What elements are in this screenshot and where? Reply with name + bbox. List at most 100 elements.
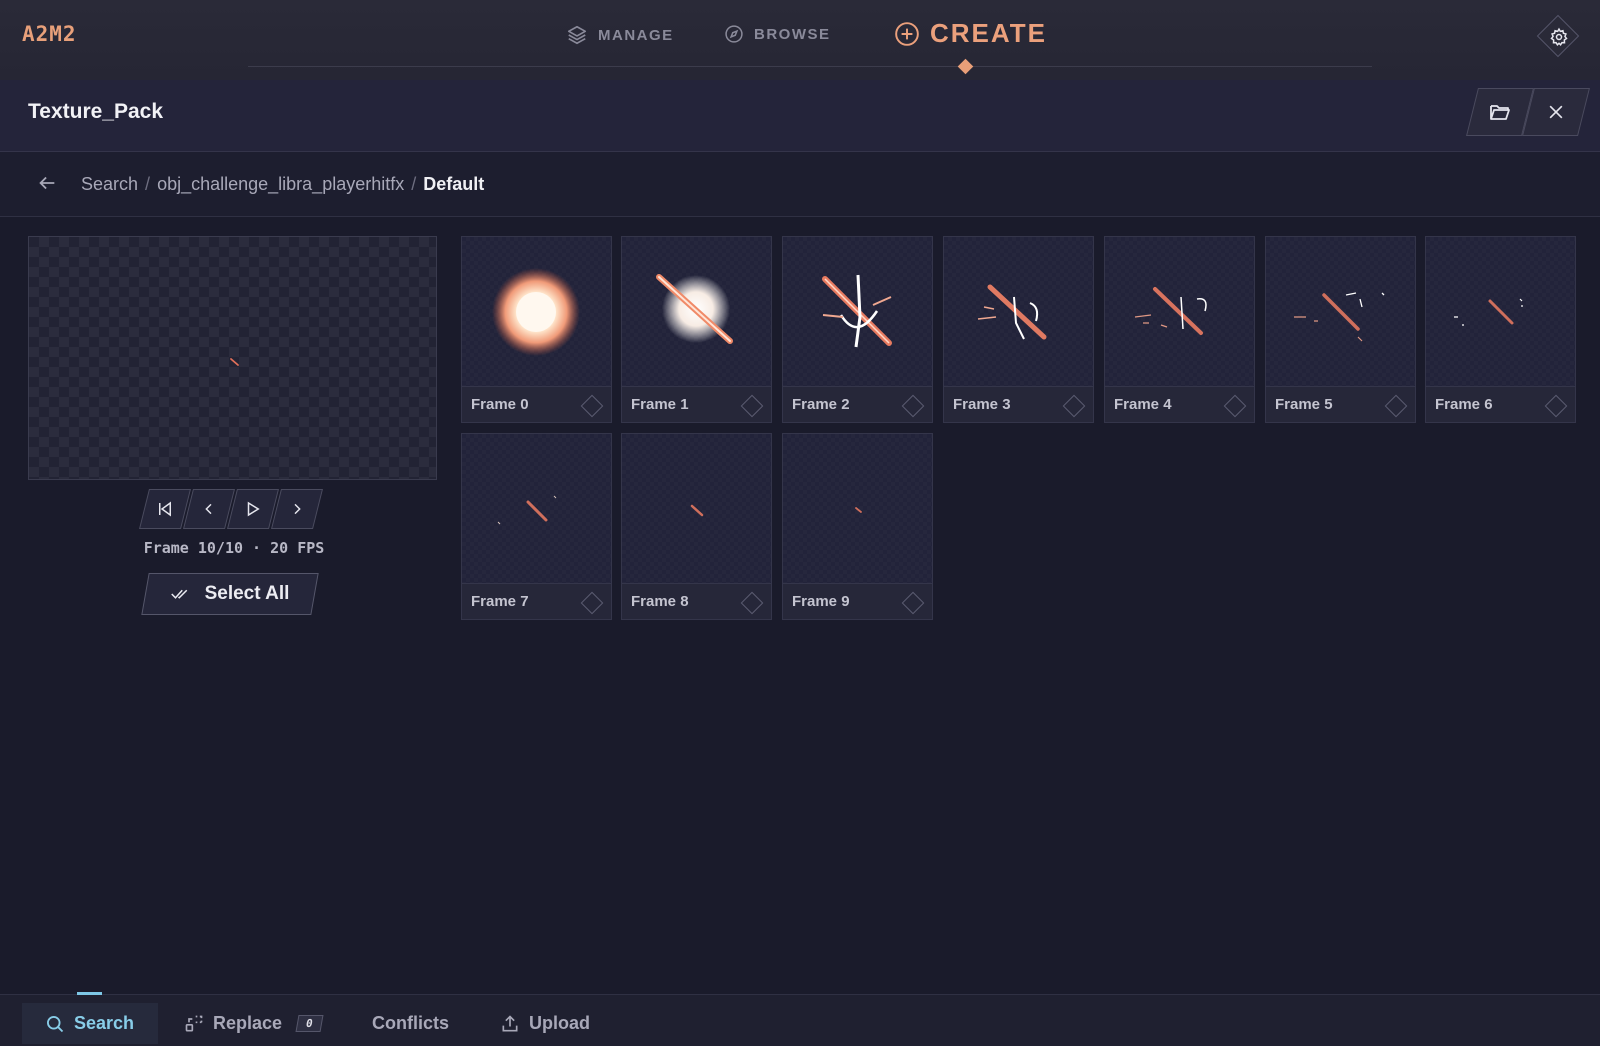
tab-search-label: Search	[74, 1013, 135, 1033]
frame-label: Frame 8	[631, 593, 689, 610]
frame-thumbnail	[622, 237, 771, 386]
breadcrumb-separator: /	[145, 174, 151, 194]
frame-card[interactable]: Frame 8	[621, 433, 772, 620]
nav-manage-label: MANAGE	[598, 26, 674, 44]
nav-create[interactable]: CREATE	[894, 18, 1047, 49]
select-all-label: Select All	[204, 583, 290, 604]
frame-card[interactable]: Frame 5	[1265, 236, 1416, 423]
nav-divider	[248, 66, 1372, 67]
frame-thumbnail	[783, 434, 932, 583]
slash-sprite	[977, 284, 1047, 340]
frame-select-checkbox[interactable]	[740, 591, 764, 615]
frame-footer: Frame 3	[944, 386, 1093, 422]
previous-frame-button[interactable]	[183, 489, 235, 529]
frame-card[interactable]: Frame 9	[782, 433, 933, 620]
nav-browse-label: BROWSE	[754, 25, 831, 43]
frame-select-checkbox[interactable]	[1384, 394, 1408, 418]
slash-sprite	[1134, 287, 1207, 335]
play-icon	[247, 501, 260, 517]
frame-select-checkbox[interactable]	[901, 591, 925, 615]
breadcrumb-current: Default	[423, 174, 485, 194]
tab-search[interactable]: Search	[22, 1003, 158, 1044]
app-logo: A2M2	[22, 22, 77, 46]
frame-thumbnail	[622, 434, 771, 583]
frame-footer: Frame 1	[622, 386, 771, 422]
frame-footer: Frame 0	[462, 386, 611, 422]
tab-upload-label: Upload	[529, 1013, 590, 1033]
frame-label: Frame 5	[1275, 396, 1333, 413]
nav-browse[interactable]: BROWSE	[724, 24, 831, 44]
breadcrumb-search[interactable]: Search	[81, 174, 138, 195]
frame-footer: Frame 5	[1266, 386, 1415, 422]
upload-icon	[502, 1014, 518, 1031]
frame-card[interactable]: Frame 1	[621, 236, 772, 423]
breadcrumb-separator: /	[411, 174, 417, 194]
frame-card[interactable]: Frame 0	[461, 236, 612, 423]
play-button[interactable]	[227, 489, 279, 529]
slash-sprite	[822, 274, 892, 348]
next-frame-button[interactable]	[271, 489, 323, 529]
animation-preview	[28, 236, 437, 480]
double-check-icon	[170, 589, 187, 599]
frame-card[interactable]: Frame 6	[1425, 236, 1576, 423]
frame-thumbnail	[1266, 237, 1415, 386]
preview-sprite	[230, 358, 239, 366]
slash-sprite	[690, 504, 704, 517]
frame-card[interactable]: Frame 7	[461, 433, 612, 620]
first-frame-button[interactable]	[139, 489, 191, 529]
select-all-button[interactable]: Select All	[141, 573, 319, 615]
frame-select-checkbox[interactable]	[1223, 394, 1247, 418]
frame-thumbnail	[1426, 237, 1575, 386]
frame-select-checkbox[interactable]	[580, 591, 604, 615]
chevron-right-icon	[294, 503, 301, 515]
slash-sprite	[497, 495, 557, 525]
frame-label: Frame 9	[792, 593, 850, 610]
frame-footer: Frame 6	[1426, 386, 1575, 422]
tab-upload[interactable]: Upload	[500, 1003, 590, 1044]
tab-conflicts-label: Conflicts	[372, 1013, 450, 1033]
active-tab-indicator	[77, 992, 102, 995]
slash-sprite	[1454, 298, 1523, 326]
tab-replace[interactable]: Replace 0	[184, 1003, 324, 1044]
frame-label: Frame 7	[471, 593, 529, 610]
playback-controls	[139, 489, 323, 529]
frame-footer: Frame 4	[1105, 386, 1254, 422]
frame-card[interactable]: Frame 3	[943, 236, 1094, 423]
frame-thumbnail	[462, 434, 611, 583]
slash-sprite	[1294, 292, 1385, 342]
title-bar	[0, 80, 1600, 152]
slash-sprite	[855, 507, 862, 513]
close-button[interactable]	[1522, 88, 1590, 136]
frame-card[interactable]: Frame 2	[782, 236, 933, 423]
frame-footer: Frame 2	[783, 386, 932, 422]
breadcrumb-object[interactable]: obj_challenge_libra_playerhitfx	[157, 174, 404, 195]
frame-label: Frame 4	[1114, 396, 1172, 413]
layers-icon	[567, 25, 587, 45]
frame-select-checkbox[interactable]	[580, 394, 604, 418]
nav-manage[interactable]: MANAGE	[566, 24, 674, 46]
close-icon	[1549, 105, 1563, 119]
frame-label: Frame 0	[471, 396, 529, 413]
frame-thumbnail	[944, 237, 1093, 386]
frame-footer: Frame 9	[783, 583, 932, 619]
frame-select-checkbox[interactable]	[1062, 394, 1086, 418]
compass-icon	[725, 25, 743, 43]
back-arrow-icon[interactable]	[36, 172, 58, 194]
slash-sprite	[656, 274, 733, 344]
tab-conflicts[interactable]: Conflicts	[372, 1003, 449, 1044]
frame-label: Frame 6	[1435, 396, 1493, 413]
frame-select-checkbox[interactable]	[1544, 394, 1568, 418]
search-icon	[47, 1015, 64, 1032]
plus-circle-icon	[895, 21, 919, 46]
frame-label: Frame 3	[953, 396, 1011, 413]
frame-select-checkbox[interactable]	[901, 394, 925, 418]
frame-thumbnail	[462, 237, 611, 386]
frame-card[interactable]: Frame 4	[1104, 236, 1255, 423]
frame-status: Frame 10/10 · 20 FPS	[143, 539, 325, 557]
chevron-left-icon	[205, 503, 212, 515]
page-title: Texture_Pack	[28, 100, 164, 123]
frame-footer: Frame 8	[622, 583, 771, 619]
frame-select-checkbox[interactable]	[740, 394, 764, 418]
breadcrumb: Search / obj_challenge_libra_playerhitfx…	[81, 174, 484, 195]
gear-icon	[1550, 27, 1568, 47]
